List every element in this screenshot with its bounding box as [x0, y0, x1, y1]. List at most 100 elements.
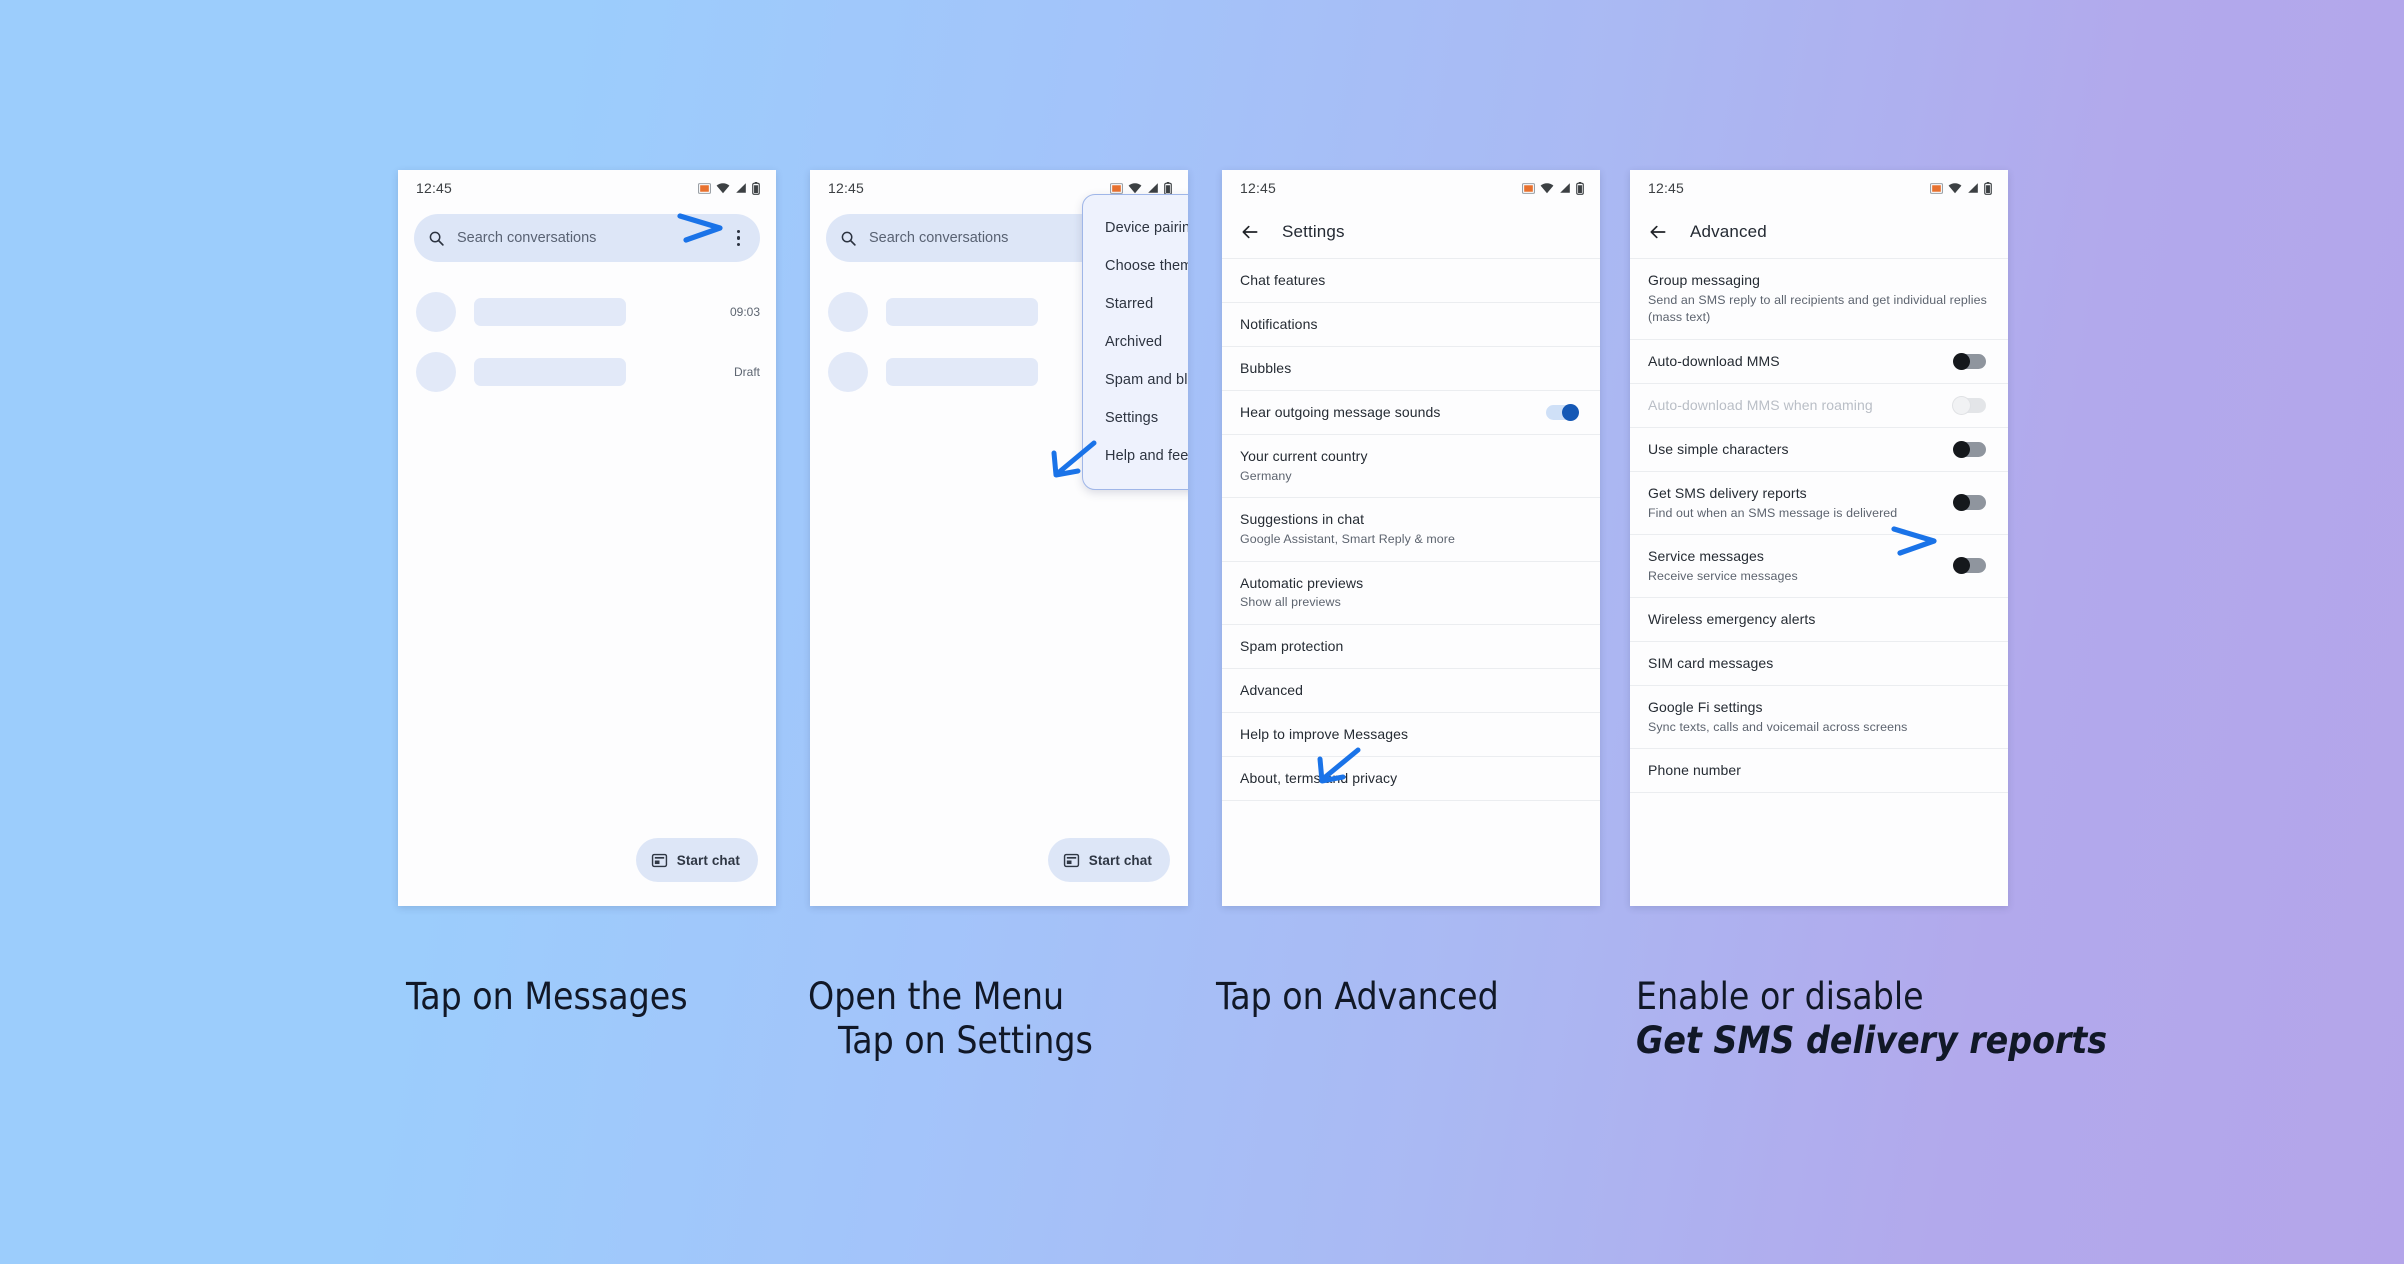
menu-item-device-pairing[interactable]: Device pairing: [1083, 209, 1188, 247]
page-title: Settings: [1282, 222, 1345, 241]
settings-row-chat-features[interactable]: Chat features: [1222, 259, 1600, 303]
app-bar: Advanced: [1630, 206, 2008, 258]
settings-row-about-terms-and-privacy[interactable]: About, terms and privacy: [1222, 757, 1600, 801]
row-subtitle: Send an SMS reply to all recipients and …: [1648, 292, 1987, 325]
more-vert-icon[interactable]: [731, 226, 746, 250]
settings-row-sim-card-messages[interactable]: SIM card messages: [1630, 642, 2008, 687]
row-title: About, terms and privacy: [1240, 769, 1398, 786]
overflow-menu-popup: Device pairing Choose theme Starred Arch…: [1082, 194, 1188, 490]
settings-row-suggestions-in-chat[interactable]: Suggestions in chat Google Assistant, Sm…: [1222, 498, 1600, 562]
menu-item-help-and-feedback[interactable]: Help and feedback: [1083, 437, 1188, 475]
caption-line-emphasis: Get SMS delivery reports: [1636, 1019, 2108, 1063]
settings-row-get-sms-delivery-reports[interactable]: Get SMS delivery reports Find out when a…: [1630, 472, 2008, 535]
settings-row-your-current-country[interactable]: Your current country Germany: [1222, 435, 1600, 499]
toggle-get-sms-delivery-reports[interactable]: [1953, 494, 1986, 512]
caption-line: Open the Menu: [808, 975, 1065, 1018]
caption-step-2: Open the Menu Tap on Settings: [808, 975, 1093, 1064]
settings-row-auto-download-mms[interactable]: Auto-download MMS: [1630, 340, 2008, 384]
conversation-draft-label: Draft: [733, 365, 760, 379]
settings-row-notifications[interactable]: Notifications: [1222, 303, 1600, 347]
status-bar: 12:45: [398, 170, 776, 206]
settings-row-hear-outgoing-message-sounds[interactable]: Hear outgoing message sounds: [1222, 391, 1600, 435]
status-bar-icons: [1110, 181, 1172, 195]
row-title: Help to improve Messages: [1240, 725, 1409, 742]
arrow-back-icon[interactable]: [1240, 222, 1260, 242]
row-title: Auto-download MMS when roaming: [1648, 396, 1873, 413]
settings-row-group-messaging[interactable]: Group messaging Send an SMS reply to all…: [1630, 259, 2008, 340]
settings-row-use-simple-characters[interactable]: Use simple characters: [1630, 428, 2008, 472]
start-chat-label: Start chat: [1088, 852, 1152, 868]
battery-icon: [1164, 181, 1172, 195]
toggle-service-messages[interactable]: [1953, 557, 1986, 575]
toggle-auto-download-mms[interactable]: [1953, 352, 1986, 370]
conversation-placeholder: [886, 358, 1038, 386]
settings-row-bubbles[interactable]: Bubbles: [1222, 347, 1600, 391]
status-bar: 12:45: [1222, 170, 1600, 206]
menu-item-archived[interactable]: Archived: [1083, 323, 1188, 361]
row-subtitle: Sync texts, calls and voicemail across s…: [1648, 720, 1908, 734]
row-title: Bubbles: [1240, 360, 1292, 377]
menu-item-choose-theme[interactable]: Choose theme: [1083, 247, 1188, 285]
start-chat-button[interactable]: Start chat: [1047, 838, 1170, 882]
screen-cast-icon: [1522, 182, 1535, 194]
settings-row-automatic-previews[interactable]: Automatic previews Show all previews: [1222, 562, 1600, 625]
screen-cast-icon: [1930, 182, 1943, 194]
row-title: Chat features: [1240, 272, 1326, 289]
battery-icon: [1576, 181, 1584, 195]
new-message-icon: [1063, 853, 1079, 867]
status-bar-clock: 12:45: [416, 180, 453, 196]
toggle-use-simple-characters[interactable]: [1953, 440, 1986, 458]
phone-screen-advanced: 12:45 Advanced Group messaging Send an S…: [1630, 170, 2008, 906]
settings-row-phone-number[interactable]: Phone number: [1630, 749, 2008, 794]
row-title: Get SMS delivery reports: [1648, 484, 1807, 501]
start-chat-button[interactable]: Start chat: [635, 838, 758, 882]
row-title: Phone number: [1648, 762, 1742, 779]
status-bar-icons: [1930, 181, 1992, 195]
wifi-icon: [716, 183, 730, 194]
toggle-auto-download-mms-roaming: [1953, 396, 1986, 414]
row-title: Use simple characters: [1648, 440, 1789, 457]
list-item[interactable]: 09:03: [398, 282, 776, 342]
caption-step-3: Tap on Advanced: [1216, 975, 1499, 1019]
conversation-placeholder: [474, 298, 626, 326]
settings-list: Chat features Notifications Bubbles Hear…: [1222, 258, 1600, 801]
settings-row-google-fi-settings[interactable]: Google Fi settings Sync texts, calls and…: [1630, 686, 2008, 750]
advanced-settings-list: Group messaging Send an SMS reply to all…: [1630, 258, 2008, 794]
settings-row-wireless-emergency-alerts[interactable]: Wireless emergency alerts: [1630, 598, 2008, 643]
phone-screen-overflow-menu: 12:45 Search conversations Device pairin…: [810, 170, 1188, 906]
row-title: SIM card messages: [1648, 655, 1774, 672]
settings-row-advanced[interactable]: Advanced: [1222, 669, 1600, 713]
caption-line: Enable or disable: [1636, 975, 1924, 1018]
new-message-icon: [651, 853, 667, 867]
row-subtitle: Germany: [1240, 468, 1292, 483]
search-bar[interactable]: Search conversations: [414, 214, 760, 262]
search-icon: [429, 231, 444, 246]
signal-icon: [1148, 183, 1158, 193]
row-title: Automatic previews: [1240, 574, 1364, 591]
wifi-icon: [1540, 183, 1554, 194]
menu-item-spam-and-blocked[interactable]: Spam and blocked: [1083, 361, 1188, 399]
conversation-placeholder: [474, 358, 626, 386]
settings-row-help-to-improve-messages[interactable]: Help to improve Messages: [1222, 713, 1600, 757]
row-title: Google Fi settings: [1648, 699, 1763, 716]
start-chat-label: Start chat: [676, 852, 740, 868]
status-bar-clock: 12:45: [1648, 180, 1685, 196]
caption-step-4: Enable or disable Get SMS delivery repor…: [1636, 975, 2107, 1064]
signal-icon: [736, 183, 746, 193]
screen-cast-icon: [698, 182, 711, 194]
menu-item-starred[interactable]: Starred: [1083, 285, 1188, 323]
row-subtitle: Receive service messages: [1648, 568, 1798, 583]
settings-row-spam-protection[interactable]: Spam protection: [1222, 625, 1600, 669]
row-title: Wireless emergency alerts: [1648, 611, 1816, 628]
menu-item-settings[interactable]: Settings: [1083, 399, 1188, 437]
row-subtitle: Find out when an SMS message is delivere…: [1648, 505, 1898, 520]
toggle-hear-outgoing-message-sounds[interactable]: [1546, 404, 1579, 421]
list-item[interactable]: Draft: [398, 342, 776, 402]
signal-icon: [1560, 183, 1570, 193]
conversation-placeholder: [886, 298, 1038, 326]
caption-step-1: Tap on Messages: [406, 975, 688, 1019]
search-icon: [841, 231, 856, 246]
settings-row-service-messages[interactable]: Service messages Receive service message…: [1630, 535, 2008, 599]
caption-line: Tap on Advanced: [1216, 975, 1499, 1018]
arrow-back-icon[interactable]: [1648, 222, 1668, 242]
